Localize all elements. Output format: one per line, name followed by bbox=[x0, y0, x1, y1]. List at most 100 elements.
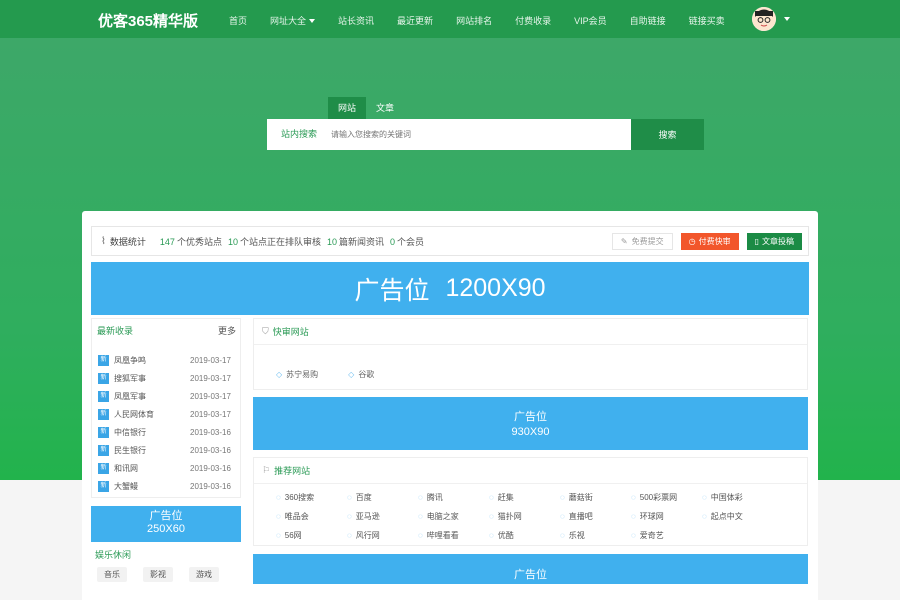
more-link[interactable]: 更多 bbox=[218, 324, 236, 337]
site-link[interactable]: ◌ 赶集 bbox=[489, 492, 560, 503]
user-avatar[interactable] bbox=[752, 7, 776, 31]
right-column: ⛉ 快审网站 ◇ 苏宁易购 ◇ 谷歌 广告位 930X90 ⚐ 推荐网站 ◌ 360搜索… bbox=[253, 318, 808, 584]
site-link[interactable]: ◌ 电脑之家 bbox=[418, 511, 489, 522]
site-link[interactable]: ◌ 腾讯 bbox=[418, 492, 489, 503]
recommended-header: ⚐ 推荐网站 bbox=[254, 458, 807, 484]
list-item[interactable]: 新人民网体育 2019-03-17 bbox=[98, 405, 240, 423]
search-box: 站内搜索 搜索 bbox=[267, 119, 704, 150]
site-link[interactable]: ◌ 蘑菇街 bbox=[560, 492, 631, 503]
site-link[interactable]: ◌ 猫扑网 bbox=[489, 511, 560, 522]
new-badge: 新 bbox=[98, 462, 109, 474]
latest-list: 新凤凰争鸣 2019-03-17 新搜狐军事 2019-03-17 新凤凰军事 2019-… bbox=[92, 341, 240, 497]
search-button[interactable]: 搜索 bbox=[631, 119, 704, 150]
pulse-icon: ⌇ bbox=[101, 235, 106, 247]
nav-item[interactable]: 最近更新 bbox=[397, 14, 433, 27]
tab-article[interactable]: 文章 bbox=[366, 97, 404, 119]
news-title[interactable]: 搜狐军事 bbox=[114, 373, 190, 384]
site-link[interactable]: ◌ 乐视 bbox=[560, 530, 631, 541]
pencil-icon: ✎ bbox=[620, 237, 628, 246]
free-submit-button[interactable]: ✎ 免费提交 bbox=[611, 233, 673, 250]
news-date: 2019-03-16 bbox=[190, 445, 231, 455]
ad-label: 广告位 bbox=[149, 510, 183, 522]
shield-icon: ⛉ bbox=[262, 326, 269, 336]
diamond-icon: ◇ bbox=[348, 369, 355, 379]
site-link[interactable]: ◌ 百度 bbox=[347, 492, 418, 503]
news-title[interactable]: 大蟹鳗 bbox=[114, 481, 190, 492]
ad-label: 广告位 bbox=[514, 411, 547, 423]
nav-item[interactable]: 站长资讯 bbox=[338, 14, 374, 27]
news-title[interactable]: 人民网体育 bbox=[114, 409, 190, 420]
globe-icon: ◌ bbox=[418, 493, 423, 502]
latest-title: 最新收录 bbox=[97, 325, 134, 336]
category-tag[interactable]: 音乐 bbox=[97, 567, 127, 582]
new-badge: 新 bbox=[98, 408, 109, 420]
list-item[interactable]: 新民生银行 2019-03-16 bbox=[98, 441, 240, 459]
paid-review-button[interactable]: ◷ 付费快审 bbox=[680, 233, 739, 250]
news-title[interactable]: 凤凰争鸣 bbox=[114, 355, 190, 366]
category-tag[interactable]: 影视 bbox=[143, 567, 173, 582]
list-item[interactable]: 新中信银行 2019-03-16 bbox=[98, 423, 240, 441]
stat-members: 0 个会员 bbox=[390, 236, 425, 247]
site-link[interactable]: ◌ 亚马逊 bbox=[347, 511, 418, 522]
nav-item[interactable]: 网站排名 bbox=[456, 14, 492, 27]
site-link[interactable]: ◌ 中国体彩 bbox=[702, 492, 773, 503]
new-badge: 新 bbox=[98, 444, 109, 456]
globe-icon: ◌ bbox=[276, 531, 281, 540]
tab-website[interactable]: 网站 bbox=[328, 97, 367, 119]
site-link[interactable]: ◌ 起点中文 bbox=[702, 511, 773, 522]
quick-review-links: ◇ 苏宁易购 ◇ 谷歌 bbox=[254, 345, 807, 389]
news-title[interactable]: 和讯网 bbox=[114, 463, 190, 474]
site-link[interactable]: ◌ 哔哩看看 bbox=[418, 530, 489, 541]
ad-banner-medium[interactable]: 广告位 930X90 bbox=[253, 397, 808, 450]
globe-icon: ◌ bbox=[489, 531, 494, 540]
globe-icon: ◌ bbox=[631, 512, 636, 521]
site-link[interactable]: ◇ 苏宁易购 bbox=[276, 359, 318, 389]
search-input[interactable] bbox=[325, 119, 631, 150]
nav-item[interactable]: 付费收录 bbox=[515, 14, 551, 27]
globe-icon: ◌ bbox=[560, 512, 565, 521]
site-link[interactable]: ◌ 直播吧 bbox=[560, 511, 631, 522]
news-title[interactable]: 凤凰军事 bbox=[114, 391, 190, 402]
top-nav-bar: 优客365精华版 首页 网址大全 站长资讯 最近更新 网站排名 付费收录 VIP会员 自助链接… bbox=[0, 0, 900, 38]
news-title[interactable]: 民生银行 bbox=[114, 445, 190, 456]
clock-icon: ◷ bbox=[688, 237, 696, 246]
nav-item[interactable]: 首页 bbox=[229, 14, 247, 27]
user-menu-chevron-icon[interactable] bbox=[784, 17, 790, 21]
globe-icon: ◌ bbox=[560, 493, 565, 502]
site-link[interactable]: ◌ 爱奇艺 bbox=[631, 530, 702, 541]
recommended-title: 推荐网站 bbox=[274, 466, 311, 476]
site-link[interactable]: ◇ 谷歌 bbox=[348, 359, 374, 389]
ad-banner-bottom[interactable]: 广告位 bbox=[253, 554, 808, 584]
list-item[interactable]: 新大蟹鳗 2019-03-16 bbox=[98, 477, 240, 495]
new-badge: 新 bbox=[98, 426, 109, 438]
nav-item[interactable]: 网址大全 bbox=[270, 14, 316, 27]
flag-icon: ⚐ bbox=[262, 465, 271, 475]
site-link[interactable]: ◌ 500彩票网 bbox=[631, 492, 702, 503]
globe-icon: ◌ bbox=[560, 531, 565, 540]
news-date: 2019-03-17 bbox=[190, 409, 231, 419]
news-date: 2019-03-17 bbox=[190, 355, 231, 365]
new-badge: 新 bbox=[98, 390, 109, 402]
list-item[interactable]: 新搜狐军事 2019-03-17 bbox=[98, 369, 240, 387]
nav-item[interactable]: 自助链接 bbox=[630, 14, 666, 27]
site-logo[interactable]: 优客365精华版 bbox=[98, 10, 198, 31]
category-tag[interactable]: 游戏 bbox=[189, 567, 219, 582]
site-link[interactable]: ◌ 环球网 bbox=[631, 511, 702, 522]
list-item[interactable]: 新凤凰争鸣 2019-03-17 bbox=[98, 351, 240, 369]
submit-article-button[interactable]: ▯ 文章投稿 bbox=[746, 233, 802, 250]
stats-bar: ⌇ 数据统计 147 个优秀站点 10 个站点正在排队审核 10 篇新闻资讯 0 个会员… bbox=[91, 226, 809, 256]
new-badge: 新 bbox=[98, 480, 109, 492]
ad-banner-small[interactable]: 广告位 250X60 bbox=[91, 506, 241, 542]
news-title[interactable]: 中信银行 bbox=[114, 427, 190, 438]
nav-item[interactable]: 链接买卖 bbox=[689, 14, 725, 27]
site-link[interactable]: ◌ 56网 bbox=[276, 530, 347, 541]
main-card: ⌇ 数据统计 147 个优秀站点 10 个站点正在排队审核 10 篇新闻资讯 0 个会员… bbox=[82, 211, 818, 600]
ad-banner-large[interactable]: 广告位 1200X90 bbox=[91, 262, 809, 315]
site-link[interactable]: ◌ 优酷 bbox=[489, 530, 560, 541]
site-link[interactable]: ◌ 360搜索 bbox=[276, 492, 347, 503]
site-link[interactable]: ◌ 唯品会 bbox=[276, 511, 347, 522]
nav-item[interactable]: VIP会员 bbox=[574, 14, 607, 27]
list-item[interactable]: 新凤凰军事 2019-03-17 bbox=[98, 387, 240, 405]
list-item[interactable]: 新和讯网 2019-03-16 bbox=[98, 459, 240, 477]
site-link[interactable]: ◌ 风行网 bbox=[347, 530, 418, 541]
